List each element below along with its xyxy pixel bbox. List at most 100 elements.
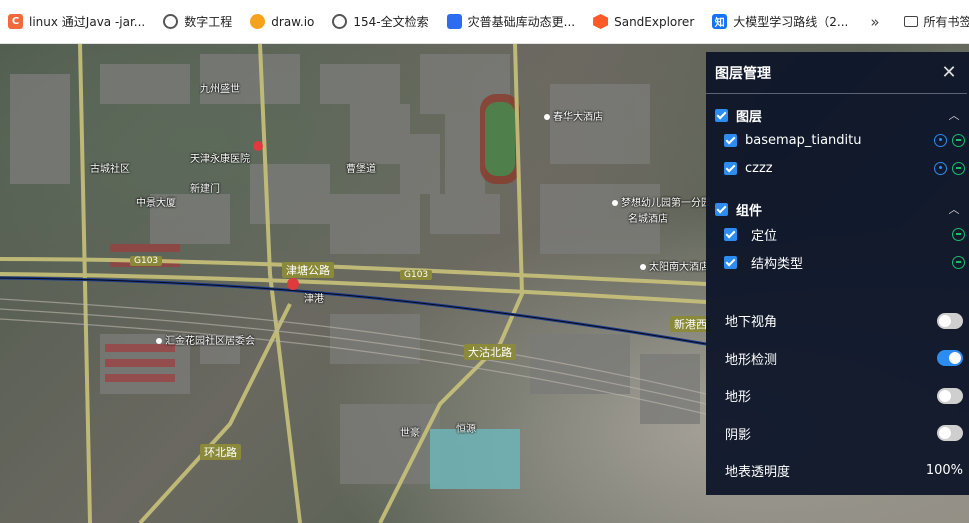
component-checkbox[interactable] — [724, 255, 737, 269]
panel-title: 图层管理 — [715, 65, 771, 82]
option-label: 地表透明度 — [725, 465, 791, 481]
terrain-toggle[interactable] — [937, 387, 963, 404]
component-checkbox[interactable] — [724, 227, 737, 241]
globe-icon — [332, 14, 348, 29]
drawio-icon — [250, 14, 266, 29]
option-terrain: 地形 — [706, 377, 969, 415]
map-label: 津港 — [304, 294, 324, 305]
shadow-toggle[interactable] — [937, 425, 963, 442]
option-surface-opacity: 地表透明度 100% — [706, 452, 969, 490]
panel-header: 图层管理 ✕ — [706, 52, 967, 94]
component-row: 结构类型 — [706, 248, 969, 276]
map-label-text: 春华大酒店 — [553, 112, 603, 123]
components-section-title: 组件 — [736, 203, 763, 219]
blue-bookmark-icon — [446, 14, 462, 29]
folder-label: 所有书签 — [923, 15, 969, 29]
terrain-detection-toggle[interactable] — [937, 350, 963, 367]
option-underground-view: 地下视角 — [706, 302, 969, 340]
map-label: 名城酒店 — [628, 214, 668, 225]
layer-row: basemap_tianditu — [706, 126, 969, 154]
layer-checkbox[interactable] — [724, 161, 737, 175]
globe-icon — [163, 14, 179, 29]
components-section-checkbox[interactable] — [715, 202, 728, 216]
poi-dot-icon — [640, 264, 646, 270]
bookmark-item[interactable]: SandExplorer — [593, 14, 694, 29]
sand-explorer-icon — [593, 14, 609, 29]
map-label: 春华大酒店 — [544, 108, 603, 123]
remove-icon[interactable] — [952, 255, 965, 269]
layers-section-checkbox[interactable] — [715, 108, 728, 122]
component-row: 定位 — [706, 220, 969, 248]
poi-dot-icon — [544, 114, 550, 120]
bookmark-item[interactable]: 知 大模型学习路线（2... — [712, 13, 848, 30]
map-label: 九州盛世 — [200, 84, 240, 95]
bookmark-item[interactable]: 数字工程 — [163, 13, 232, 30]
zhihu-icon: 知 — [712, 14, 728, 29]
option-label: 地形检测 — [725, 352, 778, 368]
map-label: 新建门 — [190, 184, 220, 195]
option-shadow: 阴影 — [706, 415, 969, 453]
bookmark-label: SandExplorer — [614, 14, 695, 29]
layer-checkbox[interactable] — [724, 133, 737, 147]
map-label: 太阳南大酒店 — [640, 258, 709, 273]
bookmark-label: linux 通过Java -jar... — [29, 15, 146, 29]
remove-icon[interactable] — [952, 133, 965, 147]
locate-icon[interactable] — [934, 161, 947, 175]
map-label-text: 梦想幼儿园第一分园 — [621, 198, 711, 209]
remove-icon[interactable] — [952, 227, 965, 241]
layer-label: czzz — [745, 160, 773, 176]
bookmark-item[interactable]: 灾普基础库动态更... — [446, 13, 576, 30]
option-label: 地形 — [725, 390, 752, 406]
map-label: 梦想幼儿园第一分园 — [612, 194, 711, 209]
layers-section-header[interactable]: 图层 ︿ — [706, 104, 969, 126]
bookmark-label: 数字工程 — [184, 15, 233, 29]
road-label: G103 — [400, 270, 433, 280]
option-terrain-detection: 地形检测 — [706, 340, 969, 378]
bookmarks-bar: C linux 通过Java -jar... 数字工程 draw.io 154-… — [0, 0, 969, 44]
map-label: 汇金花园社区居委会 — [156, 332, 255, 347]
components-section-header[interactable]: 组件 ︿ — [706, 198, 969, 220]
option-label: 阴影 — [725, 427, 752, 443]
map-label: 天津永康医院 — [190, 154, 250, 165]
road-label: 环北路 — [200, 444, 241, 460]
map-label: 古城社区 — [90, 164, 130, 175]
road-label: 大沽北路 — [464, 344, 516, 360]
layer-row: czzz — [706, 154, 969, 182]
map-label-text: 太阳南大酒店 — [649, 262, 709, 273]
map-label: 中景大厦 — [136, 198, 176, 209]
option-label: 地下视角 — [725, 315, 778, 331]
road-label: 新港西 — [670, 316, 711, 332]
layers-section-title: 图层 — [736, 109, 763, 125]
component-label: 定位 — [751, 228, 778, 244]
layer-management-panel: 图层管理 ✕ 图层 ︿ basemap_tianditu czzz 组件 ︿ 定… — [706, 52, 969, 495]
component-label: 结构类型 — [751, 256, 804, 272]
bookmark-label: 灾普基础库动态更... — [467, 15, 576, 29]
all-bookmarks-folder[interactable]: 所有书签 — [903, 13, 969, 30]
bookmark-label: 大模型学习路线（2... — [733, 15, 849, 29]
close-icon[interactable]: ✕ — [939, 62, 959, 83]
map-label: 恒源 — [456, 424, 476, 435]
road-label: G103 — [130, 256, 163, 266]
map-label: 世豪 — [400, 428, 420, 439]
bookmark-label: draw.io — [271, 14, 315, 29]
locate-icon[interactable] — [934, 133, 947, 147]
map-label-text: 汇金花园社区居委会 — [165, 336, 255, 347]
bookmark-item[interactable]: C linux 通过Java -jar... — [8, 13, 145, 30]
underground-view-toggle[interactable] — [937, 312, 963, 329]
folder-icon — [903, 16, 918, 27]
surface-opacity-value[interactable]: 100% — [926, 463, 963, 478]
layer-label: basemap_tianditu — [745, 132, 862, 148]
remove-icon[interactable] — [952, 161, 965, 175]
poi-dot-icon — [612, 200, 618, 206]
bookmark-item[interactable]: draw.io — [250, 14, 314, 29]
bookmarks-more-button[interactable]: » — [870, 13, 879, 31]
csdn-icon: C — [8, 14, 23, 29]
chevron-up-icon[interactable]: ︿ — [947, 201, 961, 217]
bookmark-item[interactable]: 154-全文检索 — [332, 13, 429, 30]
bookmark-label: 154-全文检索 — [353, 15, 429, 29]
chevron-up-icon[interactable]: ︿ — [947, 107, 961, 123]
road-label: 津塘公路 — [282, 262, 334, 278]
map-label: 曹堡道 — [346, 164, 376, 175]
poi-dot-icon — [156, 338, 162, 344]
